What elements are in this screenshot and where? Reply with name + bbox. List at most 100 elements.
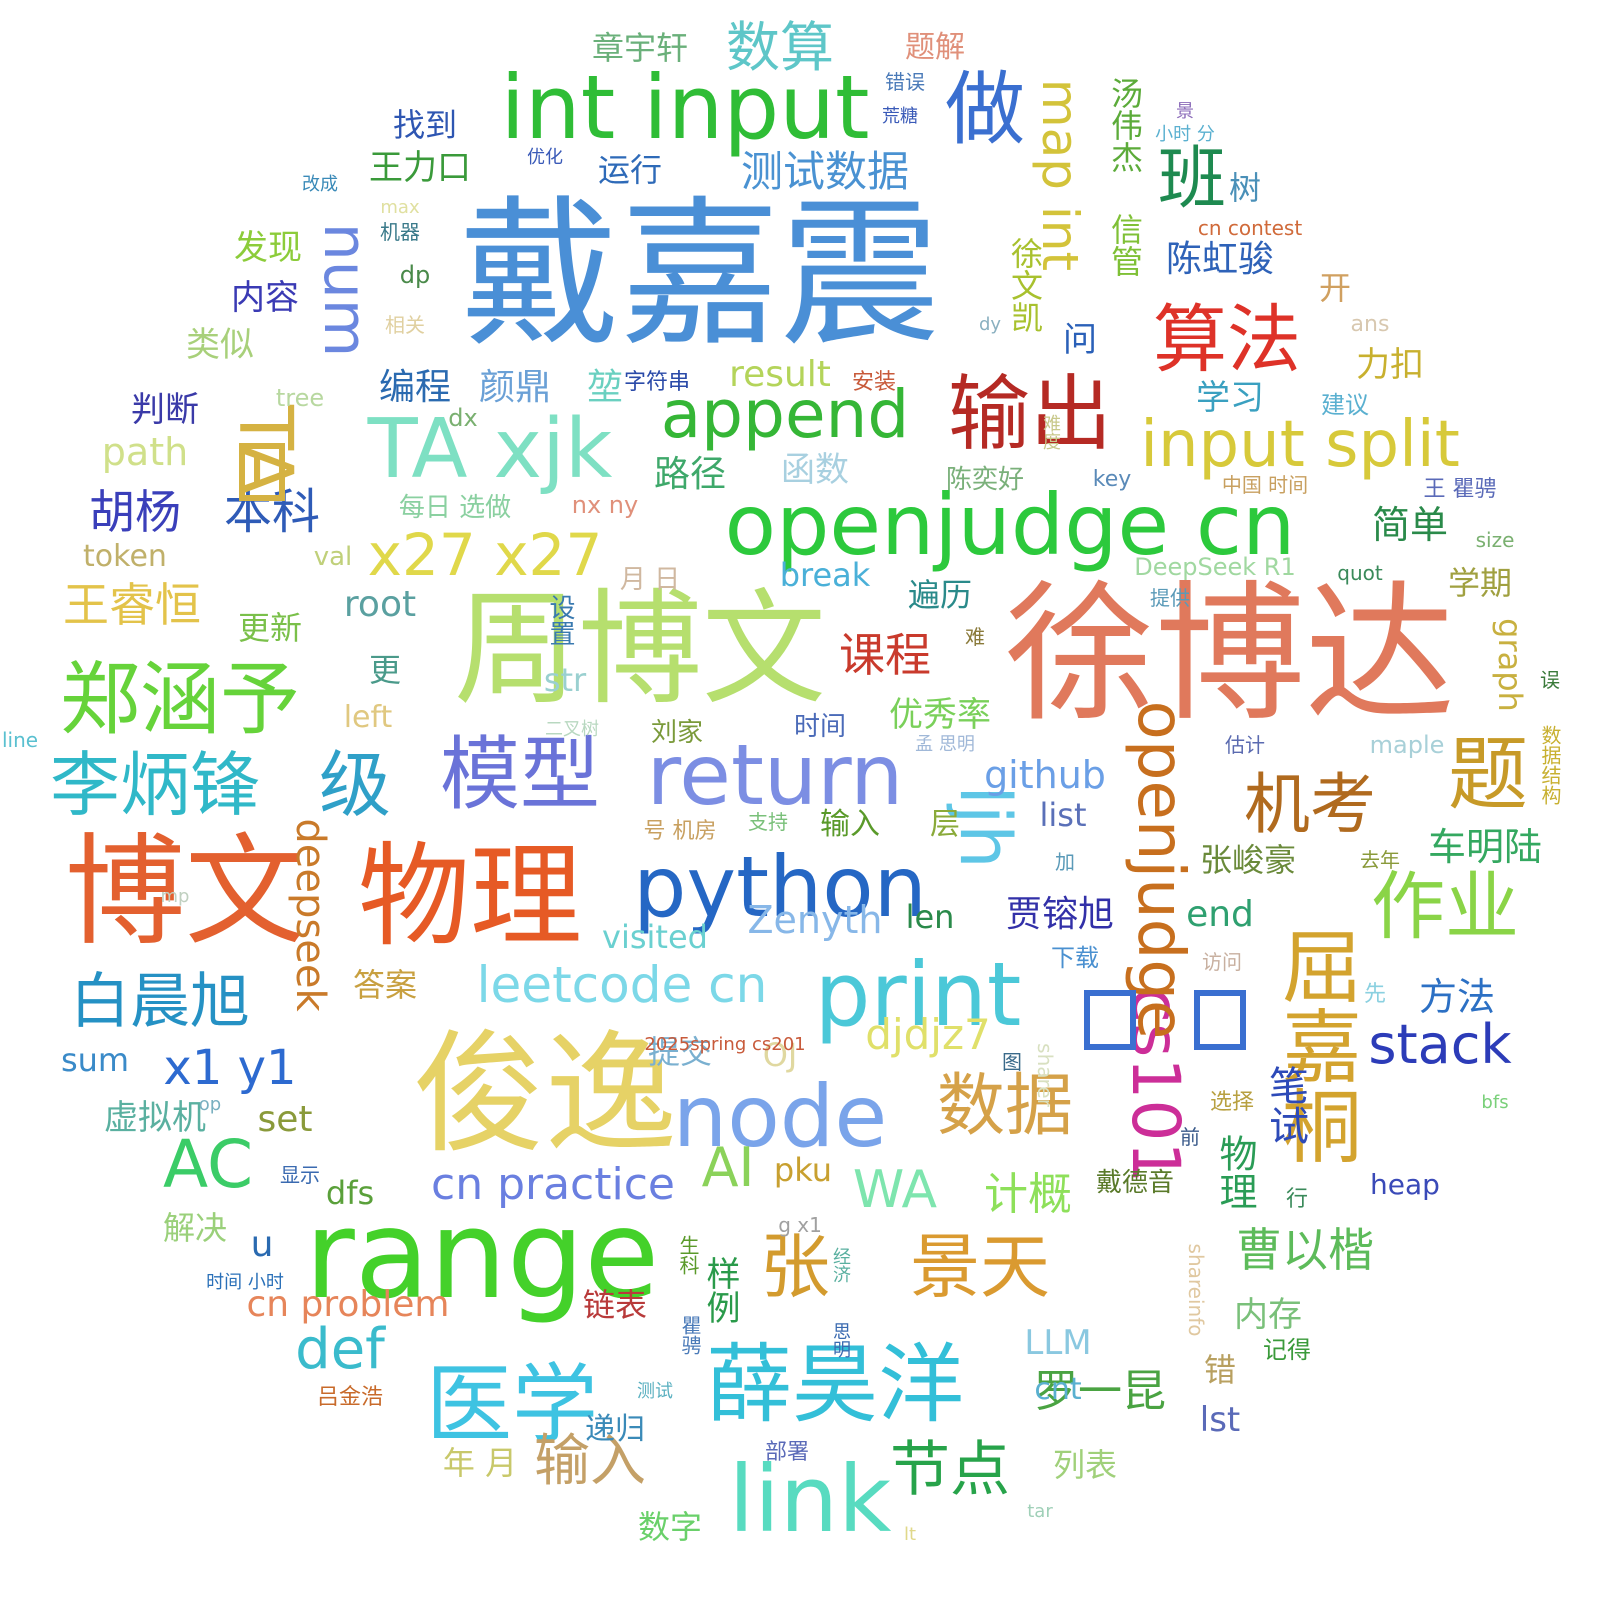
word: 贾镕旭 (1005, 894, 1115, 935)
word: 支持 (748, 810, 788, 834)
word: github (984, 753, 1106, 797)
word: 找到 (392, 106, 458, 144)
word: 选择 (1209, 1090, 1255, 1115)
word: 简单 (1371, 503, 1449, 547)
word: 李炳锋 (50, 744, 260, 826)
word: def (295, 1317, 385, 1382)
word: 号 机房 (643, 819, 717, 844)
word: 前 (1180, 1125, 1200, 1149)
word: num (310, 222, 380, 358)
word: 开 (1318, 269, 1352, 307)
word: 图 (1002, 1050, 1022, 1074)
word-cloud: 戴嘉震 徐博达 周博文 俊逸 博文 物理 range int input ope… (0, 0, 1600, 1600)
word: 先 (1363, 982, 1387, 1007)
word: quot (1337, 561, 1383, 585)
word: val (313, 542, 353, 572)
word: 函数 (781, 450, 849, 490)
word: 颜鼎 (478, 367, 552, 408)
word: 问 (1063, 320, 1097, 360)
word: list (1039, 796, 1087, 834)
word: 解决 (162, 1209, 228, 1247)
word: g x1 (778, 1213, 822, 1237)
word: 路径 (653, 454, 727, 495)
word: 力扣 (1356, 345, 1424, 385)
word: link (728, 1446, 892, 1553)
word: 小时 分 (1155, 124, 1215, 145)
word: 戴德音 (1095, 1168, 1175, 1198)
word: tar (1027, 1501, 1053, 1522)
word: key (1092, 467, 1132, 492)
word: 笔试 (1262, 1065, 1308, 1145)
word-big: 戴嘉震 (459, 181, 941, 368)
word: break (779, 556, 871, 594)
word: 计概 (984, 1169, 1072, 1220)
word: 张峻豪 (1199, 841, 1297, 879)
word: 误 (1540, 668, 1560, 692)
word: 陈奕好 (945, 465, 1025, 495)
word: 数据结构 (1538, 725, 1562, 805)
word: root (343, 584, 417, 625)
word: 难 (965, 625, 985, 649)
word: DeepSeek R1 (1134, 553, 1296, 581)
word: 年 月 (442, 1444, 518, 1482)
word: 相关 (385, 313, 425, 337)
word: 吕金浩 (316, 1385, 384, 1410)
word: 二叉树 (545, 719, 599, 740)
word: 优化 (527, 147, 563, 168)
word: 每日 选做 (398, 493, 512, 523)
word: line (1, 728, 39, 752)
word: 汤伟杰 (1106, 77, 1144, 173)
word: 错 (1203, 1351, 1237, 1389)
word: djdjz7 (865, 1010, 991, 1059)
word: lst (1199, 1400, 1241, 1440)
word: deepseek (287, 818, 333, 1012)
word: input split (1140, 408, 1460, 482)
word: 2025spring cs201 (644, 1034, 806, 1055)
word: 方法 (1418, 975, 1496, 1019)
word: 景 (1176, 101, 1194, 122)
word: 作业 (1371, 864, 1519, 950)
word: 刘家 (650, 718, 704, 748)
word: 优秀率 (889, 695, 991, 735)
word: x1 y1 (163, 1040, 297, 1096)
word: 算法 (1153, 297, 1301, 383)
word: 树 (1228, 169, 1262, 207)
word: stack (1368, 1013, 1512, 1076)
word: 时间 小时 (206, 1272, 284, 1293)
word: 记得 (1263, 1336, 1311, 1364)
word: 模型 (440, 728, 600, 821)
word: 王睿恒 (63, 578, 201, 632)
word: ljh (944, 785, 1026, 869)
word: str (543, 661, 587, 699)
word: 荒糖 (882, 106, 918, 127)
word: 题解 (905, 30, 965, 65)
word: dp (399, 261, 431, 289)
word: 字符串 (623, 370, 691, 395)
word: 下载 (1051, 944, 1099, 972)
word: lt (903, 1524, 917, 1545)
word: sum (60, 1041, 130, 1079)
word: pku (773, 1151, 833, 1189)
word-big: 徐博达 (1004, 568, 1456, 742)
word: 加 (1055, 850, 1075, 874)
word: 改成 (302, 174, 338, 195)
word: mp (160, 886, 190, 907)
word: cnt (1034, 1372, 1082, 1407)
word: set (257, 1099, 313, 1140)
word: 郑涵予 (60, 653, 300, 746)
word: 估计 (1225, 733, 1265, 757)
word: 遍历 (907, 576, 973, 614)
word: 部署 (764, 1440, 810, 1465)
word: 生科 (676, 1235, 700, 1275)
word: 内存 (1234, 1295, 1302, 1335)
word: AI (701, 1136, 755, 1199)
word: 章宇轩 (591, 29, 689, 67)
word-big: 物理 (358, 832, 582, 962)
word: dfs (325, 1174, 375, 1212)
word: 机器 (380, 220, 420, 244)
word: 链表 (582, 1286, 648, 1324)
word: Zenyth (747, 898, 883, 942)
word: 陈虹骏 (1165, 239, 1275, 280)
word: 节点 (890, 1435, 1010, 1505)
word: 物理 (1213, 1134, 1257, 1210)
